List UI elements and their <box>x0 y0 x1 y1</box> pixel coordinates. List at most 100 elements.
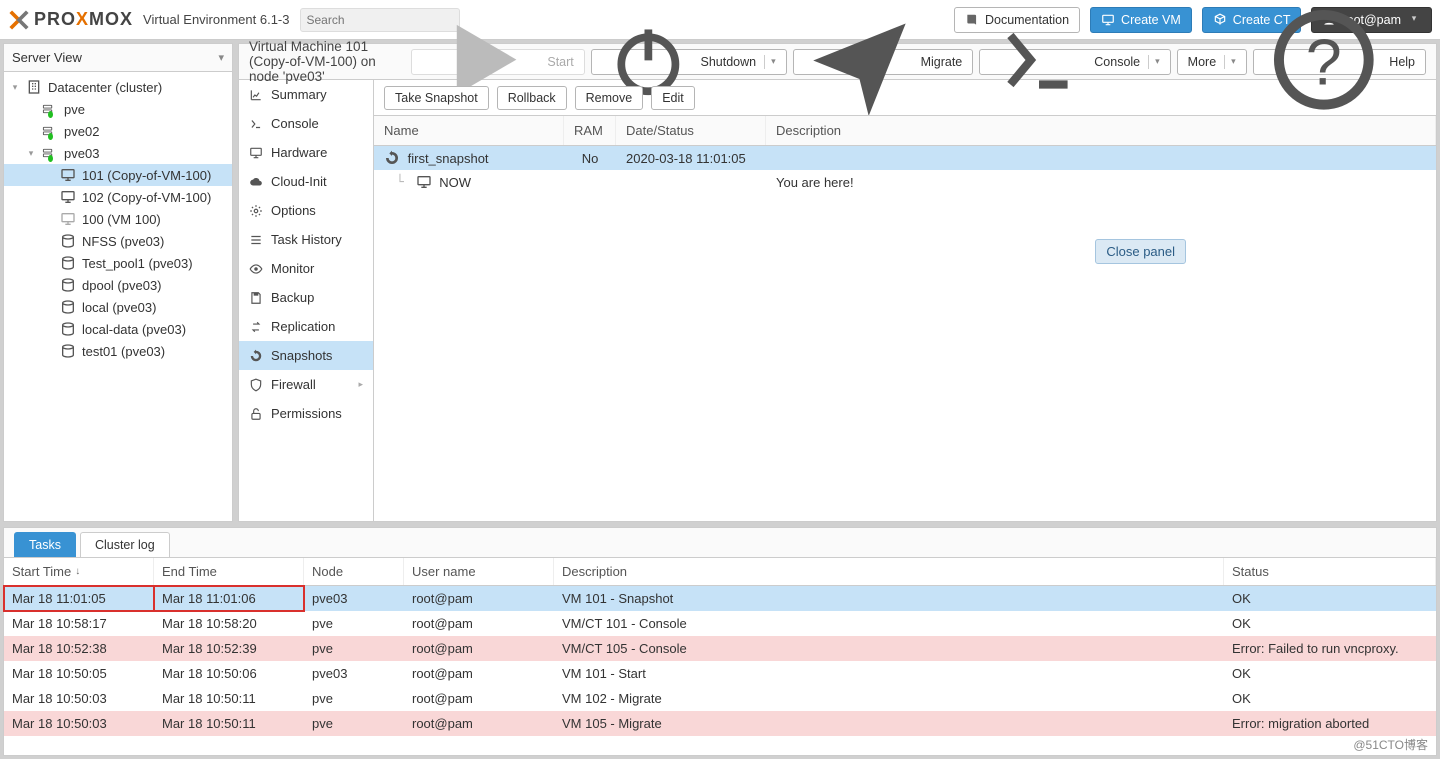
tab-cluster-log[interactable]: Cluster log <box>80 532 170 557</box>
task-start: Mar 18 10:52:38 <box>4 636 154 661</box>
create-vm-button[interactable]: Create VM <box>1090 7 1192 33</box>
task-row[interactable]: Mar 18 10:52:38 Mar 18 10:52:39 pve root… <box>4 636 1436 661</box>
more-button[interactable]: More ▾ <box>1177 49 1247 75</box>
snapshots-content: Take Snapshot Rollback Remove Edit Name … <box>374 80 1436 521</box>
gear-icon <box>249 204 263 218</box>
task-row[interactable]: Mar 18 11:01:05 Mar 18 11:01:06 pve03 ro… <box>4 586 1436 611</box>
task-row[interactable]: Mar 18 10:50:03 Mar 18 10:50:11 pve root… <box>4 711 1436 736</box>
server-icon <box>42 101 58 117</box>
task-row[interactable]: Mar 18 10:50:05 Mar 18 10:50:06 pve03 ro… <box>4 661 1436 686</box>
tree-item[interactable]: Test_pool1 (pve03) <box>4 252 232 274</box>
tree-item[interactable]: 102 (Copy-of-VM-100) <box>4 186 232 208</box>
monitor-icon <box>249 146 263 160</box>
edit-button[interactable]: Edit <box>651 86 695 110</box>
sidenav-item-console[interactable]: Console <box>239 109 373 138</box>
sidenav-item-monitor[interactable]: Monitor <box>239 254 373 283</box>
history-icon <box>249 349 263 363</box>
tasks-body: Mar 18 11:01:05 Mar 18 11:01:06 pve03 ro… <box>4 586 1436 736</box>
tree-node[interactable]: pve <box>4 98 232 120</box>
task-end: Mar 18 10:52:39 <box>154 636 304 661</box>
building-icon <box>26 79 42 95</box>
task-end: Mar 18 10:50:11 <box>154 711 304 736</box>
storage-icon <box>60 343 76 359</box>
task-row[interactable]: Mar 18 10:58:17 Mar 18 10:58:20 pve root… <box>4 611 1436 636</box>
task-status: Error: migration aborted <box>1224 711 1436 736</box>
task-user: root@pam <box>404 661 554 686</box>
history-icon <box>384 150 400 166</box>
rollback-button[interactable]: Rollback <box>497 86 567 110</box>
sidenav-item-backup[interactable]: Backup <box>239 283 373 312</box>
view-selector[interactable]: Server View ▾ <box>4 44 232 72</box>
task-user: root@pam <box>404 711 554 736</box>
terminal-icon <box>249 117 263 131</box>
tree-node[interactable]: pve02 <box>4 120 232 142</box>
task-node: pve03 <box>304 586 404 611</box>
task-status: OK <box>1224 661 1436 686</box>
monitor-icon <box>60 189 76 205</box>
chevron-down-icon[interactable]: ▾ <box>1224 55 1236 69</box>
col-description[interactable]: Description <box>554 558 1224 585</box>
snapshot-row[interactable]: first_snapshot No 2020-03-18 11:01:05 <box>374 146 1436 170</box>
retweet-icon <box>249 320 263 334</box>
sidenav-item-cloud-init[interactable]: Cloud-Init <box>239 167 373 196</box>
task-row[interactable]: Mar 18 10:50:03 Mar 18 10:50:11 pve root… <box>4 686 1436 711</box>
tree-item[interactable]: test01 (pve03) <box>4 340 232 362</box>
col-desc[interactable]: Description <box>766 116 1436 145</box>
sidenav-item-summary[interactable]: Summary <box>239 80 373 109</box>
help-button[interactable]: ? Help <box>1253 49 1426 75</box>
col-ram[interactable]: RAM <box>564 116 616 145</box>
tree-item[interactable]: local (pve03) <box>4 296 232 318</box>
sidenav-item-replication[interactable]: Replication <box>239 312 373 341</box>
col-end-time[interactable]: End Time <box>154 558 304 585</box>
tree-item[interactable]: local-data (pve03) <box>4 318 232 340</box>
tree-datacenter[interactable]: ▾Datacenter (cluster) <box>4 76 232 98</box>
close-panel-tooltip[interactable]: Close panel <box>1095 239 1186 264</box>
take-snapshot-button[interactable]: Take Snapshot <box>384 86 489 110</box>
task-desc: VM/CT 101 - Console <box>554 611 1224 636</box>
task-node: pve03 <box>304 661 404 686</box>
col-user[interactable]: User name <box>404 558 554 585</box>
chevron-down-icon[interactable]: ▾ <box>1148 55 1160 69</box>
tree-node[interactable]: ▾pve03 <box>4 142 232 164</box>
storage-icon <box>60 321 76 337</box>
migrate-button[interactable]: Migrate <box>793 49 974 75</box>
tree-item[interactable]: 101 (Copy-of-VM-100) <box>4 164 232 186</box>
sidenav-item-firewall[interactable]: Firewall ▸ <box>239 370 373 399</box>
task-start: Mar 18 10:50:05 <box>4 661 154 686</box>
remove-button[interactable]: Remove <box>575 86 644 110</box>
col-start-time[interactable]: Start Time↓ <box>4 558 154 585</box>
logo-icon <box>8 9 30 31</box>
sidenav-item-options[interactable]: Options <box>239 196 373 225</box>
sidenav-item-task-history[interactable]: Task History <box>239 225 373 254</box>
task-end: Mar 18 10:50:06 <box>154 661 304 686</box>
start-button[interactable]: Start <box>411 49 585 75</box>
task-start: Mar 18 10:58:17 <box>4 611 154 636</box>
task-status: Error: Failed to run vncproxy. <box>1224 636 1436 661</box>
tree-item[interactable]: dpool (pve03) <box>4 274 232 296</box>
sidenav-item-snapshots[interactable]: Snapshots <box>239 341 373 370</box>
resource-tree: ▾Datacenter (cluster)pvepve02▾pve03101 (… <box>4 72 232 366</box>
monitor-icon <box>416 174 432 190</box>
snapshot-table-header: Name RAM Date/Status Description <box>374 116 1436 146</box>
col-name[interactable]: Name <box>374 116 564 145</box>
chevron-down-icon: ▾ <box>218 51 224 64</box>
task-end: Mar 18 10:50:11 <box>154 686 304 711</box>
task-node: pve <box>304 686 404 711</box>
console-button[interactable]: Console ▾ <box>979 49 1170 75</box>
tree-item[interactable]: NFSS (pve03) <box>4 230 232 252</box>
tasks-header: Start Time↓ End Time Node User name Desc… <box>4 558 1436 586</box>
snapshot-row[interactable]: └ NOW You are here! <box>374 170 1436 194</box>
col-status[interactable]: Status <box>1224 558 1436 585</box>
sidenav-item-permissions[interactable]: Permissions <box>239 399 373 428</box>
storage-icon <box>60 277 76 293</box>
top-header: PROXMOX Virtual Environment 6.1-3 Docume… <box>0 0 1440 40</box>
task-desc: VM/CT 105 - Console <box>554 636 1224 661</box>
shutdown-button[interactable]: Shutdown ▾ <box>591 49 787 75</box>
col-date[interactable]: Date/Status <box>616 116 766 145</box>
col-node[interactable]: Node <box>304 558 404 585</box>
chevron-down-icon[interactable]: ▾ <box>764 55 776 69</box>
tree-item[interactable]: 100 (VM 100) <box>4 208 232 230</box>
task-start: Mar 18 10:50:03 <box>4 686 154 711</box>
tab-tasks[interactable]: Tasks <box>14 532 76 557</box>
sidenav-item-hardware[interactable]: Hardware <box>239 138 373 167</box>
